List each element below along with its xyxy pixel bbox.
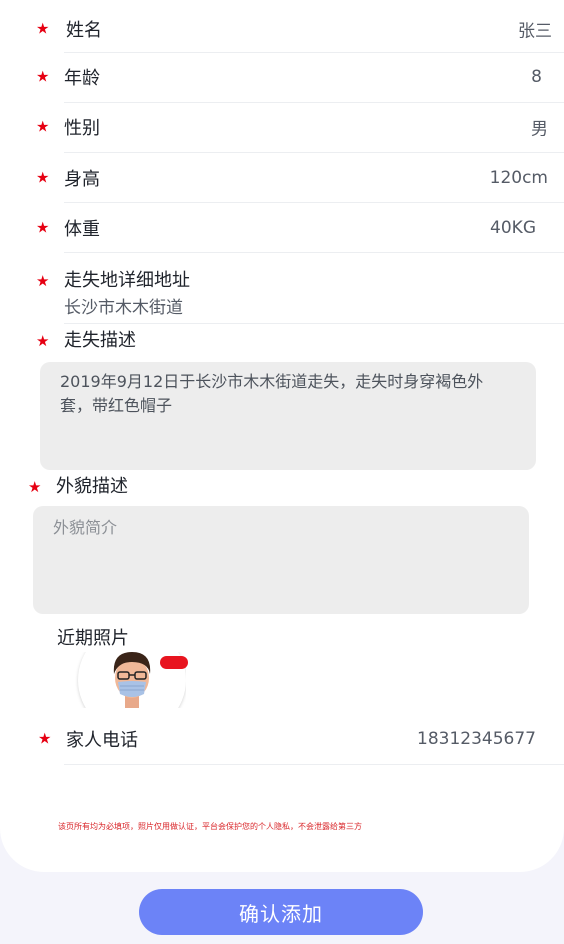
lost-description-label: 走失描述	[64, 330, 136, 351]
weight-row[interactable]: ★ 体重 40KG	[0, 203, 564, 253]
family-phone-row[interactable]: ★ 家人电话 18312345677	[0, 714, 564, 764]
divider	[64, 323, 564, 324]
lost-description-textarea[interactable]: 2019年9月12日于长沙市木木街道走失，走失时身穿褐色外套，带红色帽子	[40, 362, 536, 470]
required-star: ★	[36, 168, 50, 187]
family-phone-label: 家人电话	[66, 730, 138, 751]
gender-value[interactable]: 男	[531, 115, 548, 140]
gender-label: 性别	[64, 118, 100, 139]
height-label: 身高	[64, 169, 100, 190]
age-value[interactable]: 8	[531, 67, 542, 87]
family-phone-value[interactable]: 18312345677	[417, 729, 536, 749]
required-star: ★	[36, 67, 50, 86]
name-value[interactable]: 张三	[518, 17, 552, 42]
divider	[64, 764, 564, 765]
height-row[interactable]: ★ 身高 120cm	[0, 153, 564, 203]
name-row[interactable]: ★ 姓名 张三	[0, 4, 564, 54]
photos-label: 近期照片	[57, 628, 129, 649]
weight-label: 体重	[64, 219, 100, 240]
address-label: 走失地详细地址	[64, 270, 190, 291]
confirm-add-button[interactable]: 确认添加	[139, 889, 423, 935]
address-value[interactable]: 长沙市木木街道	[64, 300, 183, 317]
age-row[interactable]: ★ 年龄 8	[0, 52, 564, 102]
height-value[interactable]: 120cm	[490, 168, 548, 188]
required-star: ★	[36, 272, 50, 290]
weight-value[interactable]: 40KG	[490, 218, 536, 238]
appearance-label: 外貌描述	[56, 476, 128, 497]
delete-photo-badge[interactable]	[160, 656, 188, 669]
required-star: ★	[36, 218, 50, 237]
divider	[64, 252, 564, 253]
gender-row[interactable]: ★ 性别 男	[0, 102, 564, 152]
required-star: ★	[36, 19, 50, 38]
name-label: 姓名	[66, 20, 102, 41]
required-star: ★	[36, 332, 50, 350]
appearance-textarea[interactable]: 外貌简介	[33, 506, 529, 614]
required-star: ★	[36, 117, 50, 136]
required-star: ★	[38, 729, 52, 748]
age-label: 年龄	[64, 68, 100, 89]
required-star: ★	[28, 478, 42, 496]
privacy-notice: 该页所有均为必填项，照片仅用做认证，平台会保护您的个人隐私，不会泄露给第三方	[58, 822, 362, 831]
